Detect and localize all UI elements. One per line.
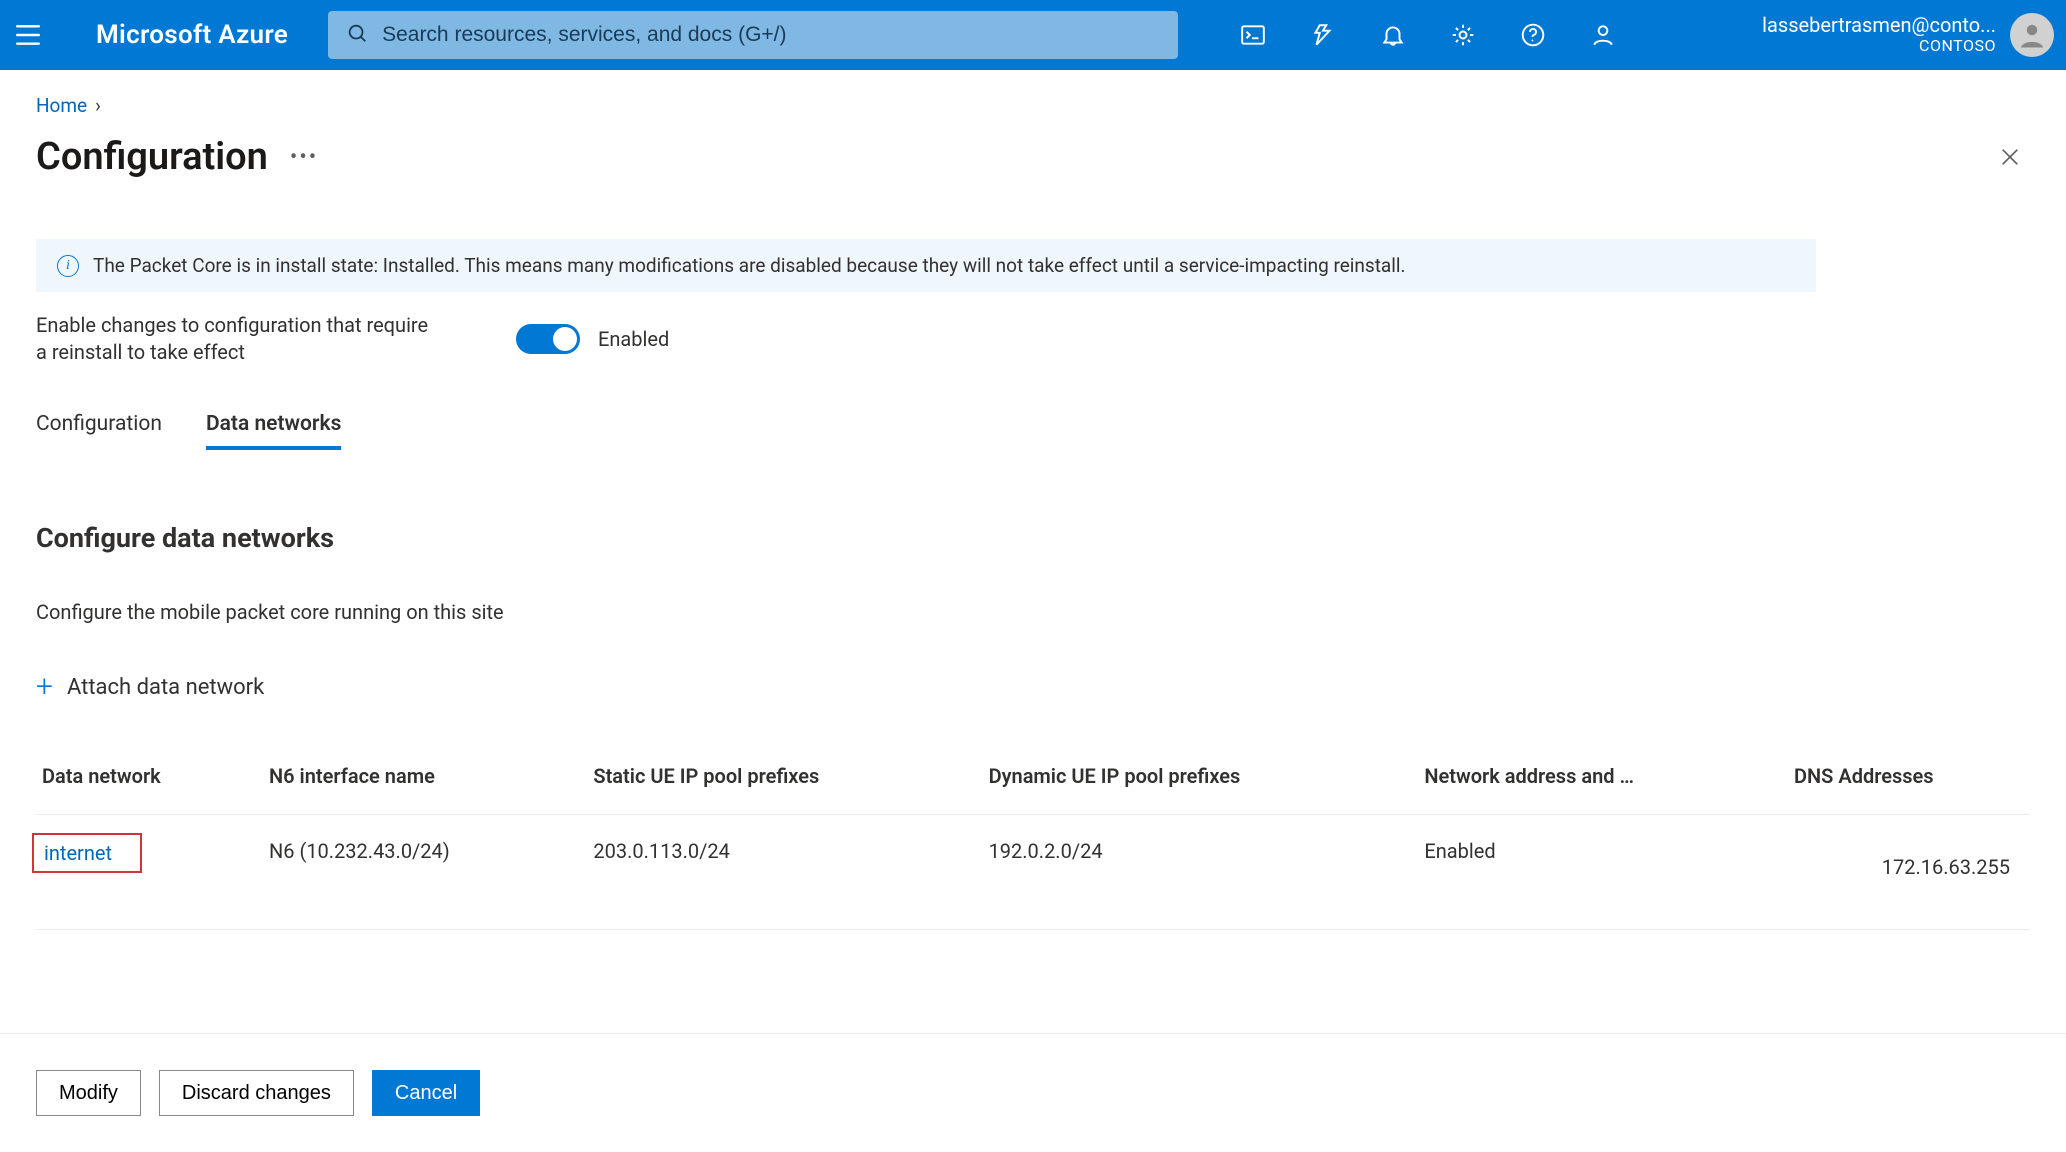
- cell-n6: N6 (10.232.43.0/24): [263, 815, 587, 930]
- info-bar: i The Packet Core is in install state: I…: [36, 239, 1816, 292]
- col-n6[interactable]: N6 interface name: [263, 764, 587, 815]
- tab-configuration[interactable]: Configuration: [36, 412, 162, 450]
- azure-topbar: Microsoft Azure: [0, 0, 2066, 70]
- col-data-network[interactable]: Data network: [36, 764, 263, 815]
- global-search[interactable]: [328, 11, 1178, 59]
- enable-changes-toggle[interactable]: [516, 324, 580, 354]
- breadcrumb: Home ›: [36, 94, 2030, 117]
- copilot-icon[interactable]: [1288, 0, 1358, 70]
- account-email: lassebertrasmen@conto...: [1762, 14, 1996, 37]
- page-content: Home › Configuration ••• i The Packet Co…: [0, 70, 2066, 1033]
- search-icon: [346, 22, 368, 49]
- attach-data-network-button[interactable]: + Attach data network: [36, 672, 2030, 702]
- tabstrip: Configuration Data networks: [36, 412, 2030, 450]
- help-icon[interactable]: [1498, 0, 1568, 70]
- cell-static-ue: 203.0.113.0/24: [587, 815, 982, 930]
- more-actions-button[interactable]: •••: [290, 145, 318, 170]
- brand-label[interactable]: Microsoft Azure: [96, 20, 288, 50]
- footer-bar: Modify Discard changes Cancel: [0, 1033, 2066, 1152]
- discard-button[interactable]: Discard changes: [159, 1070, 354, 1116]
- section-desc: Configure the mobile packet core running…: [36, 600, 2030, 624]
- cell-dynamic-ue: 192.0.2.0/24: [983, 815, 1419, 930]
- settings-gear-icon[interactable]: [1428, 0, 1498, 70]
- feedback-icon[interactable]: [1568, 0, 1638, 70]
- table-row: internet N6 (10.232.43.0/24) 203.0.113.0…: [36, 815, 2030, 930]
- cancel-button[interactable]: Cancel: [372, 1070, 480, 1116]
- info-icon: i: [57, 255, 79, 277]
- cloud-shell-icon[interactable]: [1218, 0, 1288, 70]
- topbar-icon-strip: [1218, 0, 1638, 70]
- col-nat[interactable]: Network address and …: [1418, 764, 1788, 815]
- col-static-ue[interactable]: Static UE IP pool prefixes: [587, 764, 982, 815]
- col-dynamic-ue[interactable]: Dynamic UE IP pool prefixes: [983, 764, 1419, 815]
- cell-nat: Enabled: [1418, 815, 1788, 930]
- toggle-label: Enable changes to configuration that req…: [36, 312, 436, 366]
- page-title: Configuration: [36, 135, 268, 179]
- section-title: Configure data networks: [36, 522, 2030, 554]
- tab-data-networks[interactable]: Data networks: [206, 412, 341, 450]
- close-blade-button[interactable]: [1990, 137, 2030, 177]
- breadcrumb-home[interactable]: Home: [36, 94, 87, 117]
- account-tenant: CONTOSO: [1762, 37, 1996, 55]
- data-networks-table: Data network N6 interface name Static UE…: [36, 764, 2030, 930]
- avatar[interactable]: [2010, 13, 2054, 57]
- global-search-input[interactable]: [382, 23, 1160, 47]
- account-block[interactable]: lassebertrasmen@conto... CONTOSO: [1738, 13, 2054, 57]
- plus-icon: +: [36, 672, 53, 702]
- cell-dns: 172.16.63.255: [1788, 815, 2030, 930]
- info-message: The Packet Core is in install state: Ins…: [93, 254, 1406, 277]
- toggle-state-label: Enabled: [598, 327, 669, 351]
- notifications-icon[interactable]: [1358, 0, 1428, 70]
- data-network-link[interactable]: internet: [32, 833, 142, 873]
- modify-button[interactable]: Modify: [36, 1070, 141, 1116]
- chevron-right-icon: ›: [95, 94, 101, 117]
- col-dns[interactable]: DNS Addresses: [1788, 764, 2030, 815]
- attach-data-network-label: Attach data network: [67, 675, 264, 700]
- hamburger-menu-button[interactable]: [0, 0, 56, 70]
